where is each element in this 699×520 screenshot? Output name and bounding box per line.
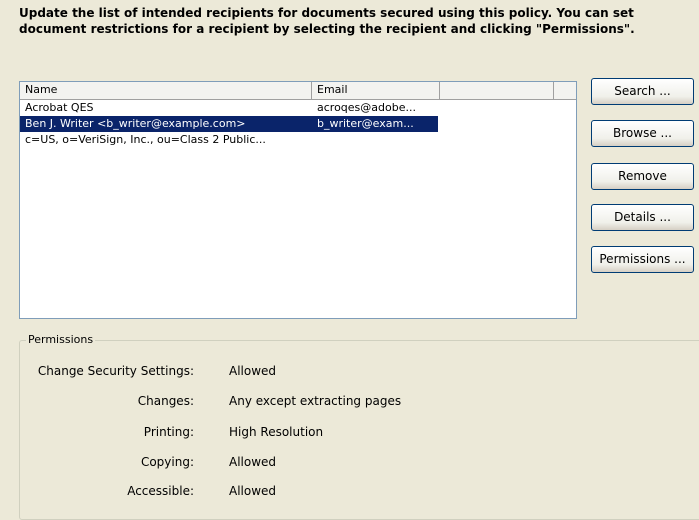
permission-row-printing: Printing: High Resolution [20,424,680,440]
permission-row-accessible: Accessible: Allowed [20,483,680,499]
details-button[interactable]: Details ... [591,204,694,231]
permission-value: High Resolution [229,425,324,439]
permission-value: Allowed [229,364,277,378]
recipient-name: Acrobat QES [25,101,94,114]
permission-label: Printing: [143,425,194,439]
permission-row-changes: Changes: Any except extracting pages [20,393,680,409]
recipient-row-verisign[interactable]: c=US, o=VeriSign, Inc., ou=Class 2 Publi… [20,132,576,148]
permission-label: Copying: [140,455,194,469]
remove-button[interactable]: Remove [591,163,694,190]
recipient-name: Ben J. Writer <b_writer@example.com> [20,116,312,132]
permission-label: Change Security Settings: [37,364,194,378]
permission-label: Changes: [137,394,194,408]
recipient-row-ben-writer[interactable]: Ben J. Writer <b_writer@example.com> b_w… [20,116,576,132]
instructions-line-2: document restrictions for a recipient by… [19,22,635,36]
recipients-list[interactable]: Name Email Acrobat QES acroqes@adobe... … [19,81,577,319]
column-header-name[interactable]: Name [20,82,312,99]
permission-value: Allowed [229,455,277,469]
search-button[interactable]: Search ... [591,78,694,105]
instructions-text: Update the list of intended recipients f… [19,5,694,37]
recipient-email: b_writer@exam... [312,116,438,132]
column-header-email[interactable]: Email [312,82,440,99]
permissions-button[interactable]: Permissions ... [591,246,694,273]
permission-label: Accessible: [127,484,194,498]
recipient-row-acrobat-qes[interactable]: Acrobat QES acroqes@adobe... [20,100,576,116]
recipient-email: acroqes@adobe... [317,101,416,114]
permission-value: Allowed [229,484,277,498]
instructions-line-1: Update the list of intended recipients f… [19,6,634,20]
column-header-blank [440,82,554,99]
permissions-legend: Permissions [26,333,96,347]
permission-row-change-security: Change Security Settings: Allowed [20,363,680,379]
permissions-group: Permissions Change Security Settings: Al… [19,333,699,520]
list-header: Name Email [20,82,576,100]
permission-row-copying: Copying: Allowed [20,454,680,470]
permission-value: Any except extracting pages [229,394,402,408]
recipient-email [312,132,438,148]
browse-button[interactable]: Browse ... [591,120,694,147]
recipient-name: c=US, o=VeriSign, Inc., ou=Class 2 Publi… [25,133,266,146]
column-header-filler [554,82,576,99]
